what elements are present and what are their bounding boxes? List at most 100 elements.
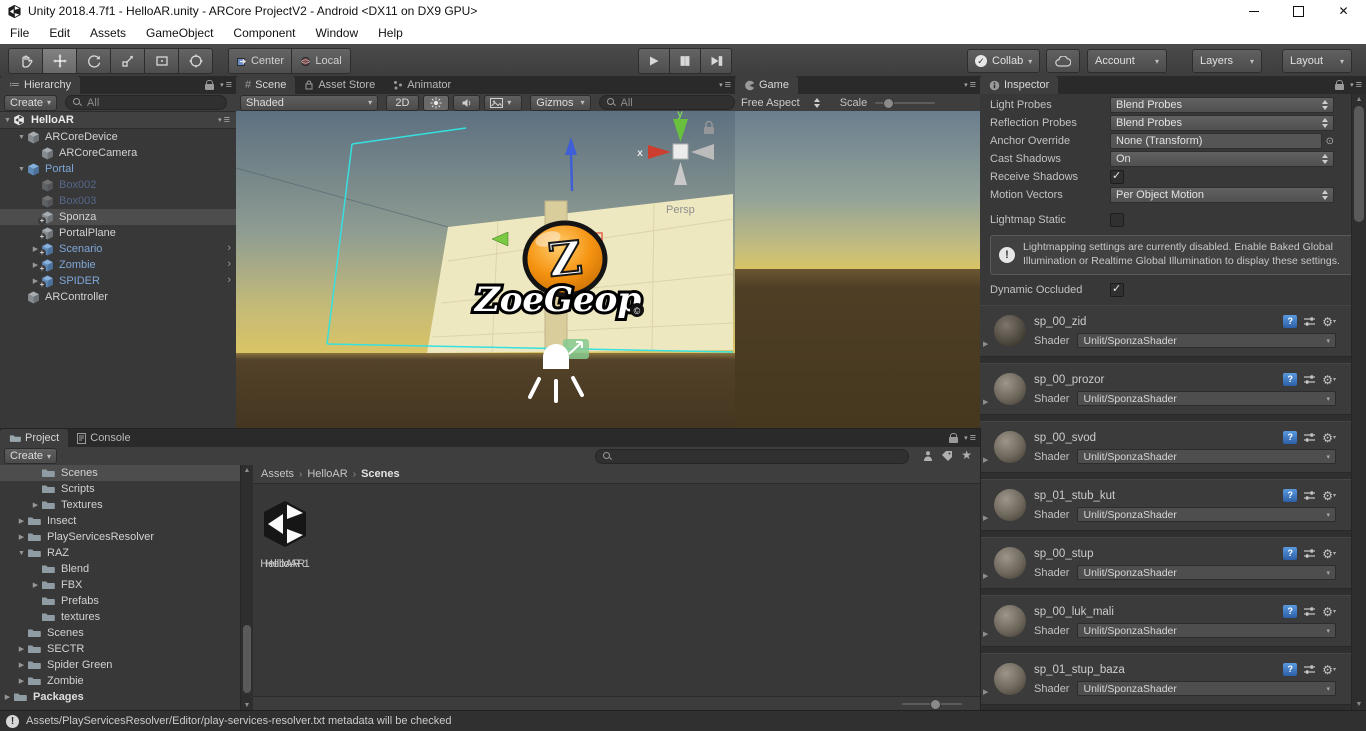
material-block[interactable]: sp_00_luk_mali ⚙ Shader Unlit/SponzaShad… [980, 594, 1352, 647]
scale-tool-button[interactable] [111, 48, 145, 74]
material-foldout-icon[interactable] [983, 514, 988, 522]
material-foldout-icon[interactable] [983, 630, 988, 638]
menu-item[interactable]: Window [305, 26, 368, 40]
lighting-toggle-button[interactable] [422, 94, 450, 111]
project-tree-scrollbar[interactable]: ▲ ▼ [240, 465, 253, 711]
scroll-down-icon[interactable]: ▼ [241, 702, 253, 709]
foldout-arrow-icon[interactable] [30, 501, 41, 509]
breadcrumb-assets[interactable]: Assets [261, 468, 294, 480]
help-icon[interactable] [1283, 547, 1298, 561]
hierarchy-item[interactable]: ARController [0, 289, 236, 305]
tab-asset-store[interactable]: Asset Store [295, 76, 384, 94]
project-folder-row[interactable]: Prefabs [0, 593, 252, 609]
status-bar[interactable]: Assets/PlayServicesResolver/Editor/play-… [0, 710, 1366, 731]
help-icon[interactable] [1283, 315, 1298, 329]
tab-project[interactable]: Project [0, 429, 69, 447]
scroll-up-icon[interactable]: ▲ [241, 467, 253, 474]
presets-icon[interactable] [1303, 605, 1316, 618]
foldout-arrow-icon[interactable] [16, 533, 27, 541]
project-folder-row[interactable]: Scenes [0, 465, 252, 481]
menu-item[interactable]: Assets [80, 26, 136, 40]
tab-inspector[interactable]: Inspector [980, 76, 1059, 94]
tab-scene[interactable]: # Scene [236, 76, 296, 94]
menu-item[interactable]: Help [368, 26, 413, 40]
help-icon[interactable] [1283, 431, 1298, 445]
object-picker-icon[interactable]: ⊙ [1326, 136, 1334, 147]
gear-icon[interactable]: ⚙ [1322, 374, 1336, 386]
icon-size-slider-knob[interactable] [930, 699, 941, 710]
maximize-button[interactable] [1276, 0, 1321, 22]
inspector-scrollbar[interactable]: ▲ ▼ [1351, 94, 1366, 710]
lock-icon[interactable] [949, 433, 958, 446]
presets-icon[interactable] [1303, 431, 1316, 444]
rotation-toggle-button[interactable]: Local [292, 48, 351, 74]
foldout-arrow-icon[interactable] [16, 134, 27, 141]
hierarchy-item[interactable]: ARCoreCamera [0, 145, 236, 161]
shader-dropdown[interactable]: Unlit/SponzaShader [1077, 565, 1336, 581]
hand-tool-button[interactable] [8, 48, 43, 74]
scrollbar-thumb[interactable] [1354, 106, 1364, 222]
foldout-arrow-icon[interactable] [30, 581, 41, 589]
material-foldout-icon[interactable] [983, 340, 988, 348]
icon-size-slider[interactable] [902, 699, 962, 710]
project-folder-row[interactable]: RAZ [0, 545, 252, 561]
child-chevron-icon[interactable] [227, 242, 231, 254]
presets-icon[interactable] [1303, 547, 1316, 560]
project-folder-row[interactable]: SECTR [0, 641, 252, 657]
gizmos-dropdown[interactable]: Gizmos ▾ [530, 94, 591, 111]
search-by-label-icon[interactable] [941, 450, 953, 465]
help-icon[interactable] [1283, 605, 1298, 619]
project-folder-row[interactable]: Textures [0, 497, 252, 513]
scroll-down-icon[interactable]: ▼ [1352, 701, 1366, 708]
audio-toggle-button[interactable] [453, 94, 481, 111]
move-tool-button[interactable] [43, 48, 77, 74]
transform-tool-button[interactable] [179, 48, 213, 74]
material-block[interactable]: sp_00_svod ⚙ Shader Unlit/SponzaShader [980, 420, 1352, 473]
pivot-toggle-button[interactable]: Center [228, 48, 292, 74]
shader-dropdown[interactable]: Unlit/SponzaShader [1077, 681, 1336, 697]
panel-menu-icon[interactable] [220, 79, 232, 91]
shader-dropdown[interactable]: Unlit/SponzaShader [1077, 449, 1336, 465]
shader-dropdown[interactable]: Unlit/SponzaShader [1077, 391, 1336, 407]
lock-icon[interactable] [205, 80, 214, 93]
minimize-button[interactable] [1231, 0, 1276, 22]
lock-icon[interactable] [1335, 80, 1344, 93]
rotate-tool-button[interactable] [77, 48, 111, 74]
breadcrumb-helloar[interactable]: HelloAR [307, 468, 347, 480]
play-button[interactable] [638, 48, 670, 74]
hierarchy-item[interactable]: Zombie [0, 257, 236, 273]
scene-menu-icon[interactable] [218, 114, 230, 126]
shader-dropdown[interactable]: Unlit/SponzaShader [1077, 623, 1336, 639]
presets-icon[interactable] [1303, 315, 1316, 328]
material-block[interactable]: sp_00_stup ⚙ Shader Unlit/SponzaShader [980, 536, 1352, 589]
scrollbar-thumb[interactable] [243, 625, 251, 693]
layout-dropdown[interactable]: Layout ▾ [1282, 49, 1352, 73]
foldout-arrow-icon[interactable] [16, 661, 27, 669]
foldout-arrow-icon[interactable] [16, 677, 27, 685]
gear-icon[interactable]: ⚙ [1322, 606, 1336, 618]
child-chevron-icon[interactable] [227, 258, 231, 270]
scale-slider-knob[interactable] [883, 97, 895, 109]
field-checkbox[interactable] [1110, 169, 1124, 184]
child-chevron-icon[interactable] [227, 274, 231, 286]
material-block[interactable]: sp_01_stub_kut ⚙ Shader Unlit/SponzaShad… [980, 478, 1352, 531]
hierarchy-item[interactable]: Scenario [0, 241, 236, 257]
hierarchy-item[interactable]: HelloAR [0, 112, 236, 129]
field-dropdown[interactable]: Blend Probes [1110, 97, 1334, 113]
foldout-arrow-icon[interactable] [2, 117, 13, 124]
aspect-dropdown[interactable]: Free Aspect [741, 97, 800, 109]
layers-dropdown[interactable]: Layers ▾ [1192, 49, 1262, 73]
field-dropdown[interactable]: On [1110, 151, 1334, 167]
favorites-star-icon[interactable]: ★ [961, 448, 972, 462]
panel-menu-icon[interactable] [1350, 79, 1362, 91]
panel-menu-icon[interactable] [719, 79, 731, 91]
presets-icon[interactable] [1303, 373, 1316, 386]
step-button[interactable] [701, 48, 732, 74]
cloud-button[interactable] [1046, 49, 1080, 73]
hierarchy-item[interactable]: Box003 [0, 193, 236, 209]
panel-menu-icon[interactable] [964, 79, 976, 91]
menu-item[interactable]: Component [223, 26, 305, 40]
game-viewport[interactable] [735, 111, 980, 428]
rect-tool-button[interactable] [145, 48, 179, 74]
gear-icon[interactable]: ⚙ [1322, 664, 1336, 676]
